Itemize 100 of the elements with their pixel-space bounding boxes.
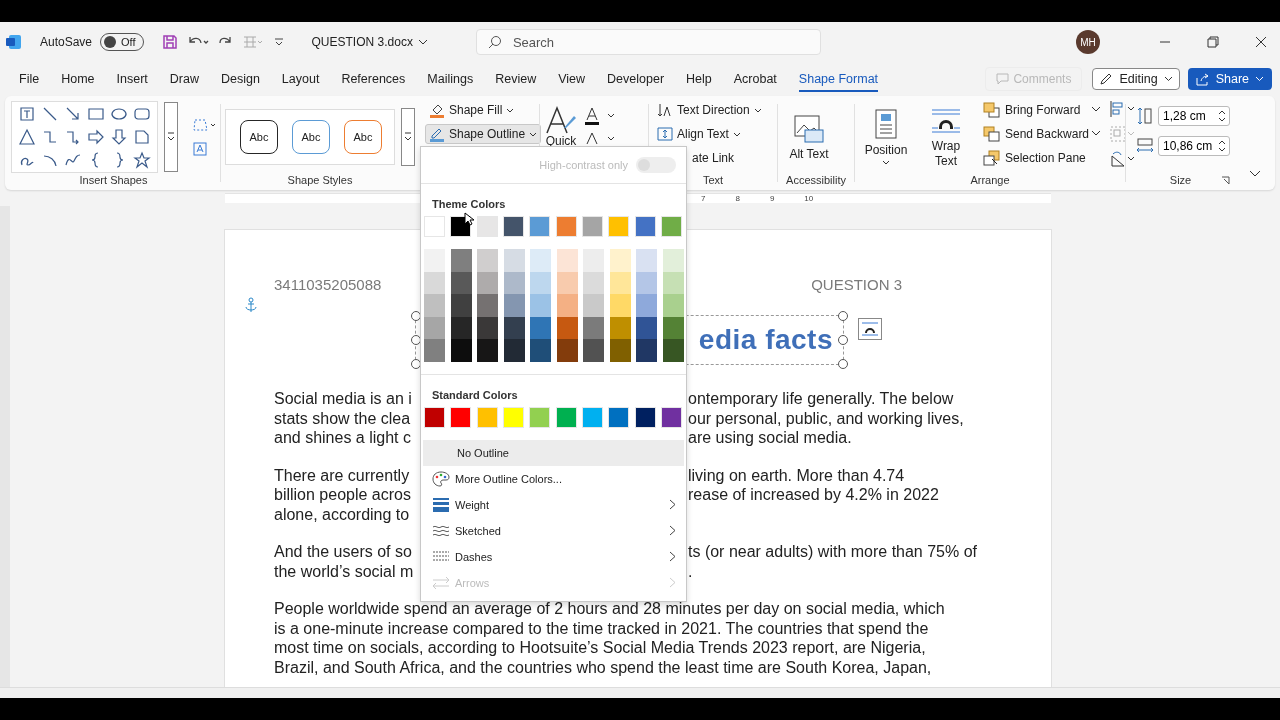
color-swatch[interactable]	[503, 271, 525, 294]
color-swatch[interactable]	[556, 271, 578, 294]
resize-handle[interactable]	[838, 335, 848, 345]
color-swatch[interactable]	[530, 339, 551, 362]
align-text-button[interactable]: Align Text	[653, 124, 745, 144]
triangle-icon[interactable]	[18, 128, 36, 146]
resize-handle[interactable]	[838, 311, 848, 321]
color-swatch[interactable]	[424, 406, 445, 428]
color-swatch[interactable]	[556, 339, 578, 362]
text-direction-button[interactable]: Text Direction	[653, 100, 766, 120]
color-swatch[interactable]	[608, 406, 630, 428]
color-swatch[interactable]	[636, 294, 657, 317]
editing-button[interactable]: Editing	[1092, 68, 1180, 90]
menu-item[interactable]: Weight	[421, 491, 686, 518]
color-swatch[interactable]	[636, 339, 657, 362]
shape-style-preset[interactable]: Abc	[344, 120, 382, 154]
menu-item[interactable]: Dashes	[421, 543, 686, 570]
arrow-icon[interactable]	[64, 105, 82, 123]
ribbon-tab[interactable]: Mailings	[416, 66, 485, 92]
textbox-icon[interactable]	[18, 105, 36, 123]
color-swatch[interactable]	[529, 216, 551, 237]
color-swatch[interactable]	[662, 249, 684, 272]
spinner-icon[interactable]	[1218, 109, 1226, 123]
color-swatch[interactable]	[477, 249, 498, 272]
line-icon[interactable]	[41, 105, 59, 123]
save-icon[interactable]	[161, 34, 178, 50]
collapse-ribbon-icon[interactable]	[1249, 170, 1261, 178]
color-swatch[interactable]	[530, 271, 551, 294]
color-swatch[interactable]	[529, 406, 551, 428]
ribbon-tab[interactable]: View	[547, 66, 597, 92]
color-swatch[interactable]	[503, 216, 524, 237]
width-field[interactable]: 10,86 cm	[1158, 136, 1230, 156]
color-swatch[interactable]	[609, 339, 631, 362]
selection-pane-button[interactable]: Selection Pane	[979, 148, 1090, 168]
color-swatch[interactable]	[450, 271, 472, 294]
color-swatch[interactable]	[503, 316, 525, 339]
color-swatch[interactable]	[530, 294, 551, 317]
color-swatch[interactable]	[634, 406, 656, 428]
wrap-text-button[interactable]: Wrap Text	[919, 103, 973, 171]
ribbon-tab[interactable]: Shape Format	[787, 66, 890, 92]
color-swatch[interactable]	[609, 249, 631, 272]
dialog-launcher-icon[interactable]	[1221, 175, 1231, 185]
quick-styles-icon[interactable]	[544, 106, 578, 134]
color-swatch[interactable]	[450, 249, 472, 272]
close-icon[interactable]	[1254, 35, 1268, 49]
color-swatch[interactable]	[662, 316, 684, 339]
color-swatch[interactable]	[503, 339, 525, 362]
rectangle-icon[interactable]	[87, 105, 105, 123]
ribbon-tab[interactable]: Draw	[158, 66, 210, 92]
color-swatch[interactable]	[450, 339, 472, 362]
spinner-icon[interactable]	[1218, 139, 1226, 153]
color-swatch[interactable]	[636, 271, 657, 294]
shape-outline-button[interactable]: Shape Outline	[425, 124, 542, 144]
color-swatch[interactable]	[636, 316, 657, 339]
ribbon-tab[interactable]: References	[330, 66, 417, 92]
shape-fill-button[interactable]: Shape Fill	[425, 100, 542, 120]
ribbon-tab[interactable]: Acrobat	[722, 66, 788, 92]
ribbon-tab[interactable]: Layout	[270, 66, 331, 92]
ribbon-tab[interactable]: File	[8, 66, 51, 92]
color-swatch[interactable]	[609, 316, 631, 339]
color-swatch[interactable]	[582, 216, 603, 237]
color-swatch[interactable]	[583, 339, 604, 362]
alt-text-button[interactable]: Alt Text	[782, 110, 836, 164]
menu-item[interactable]: No Outline	[423, 439, 684, 466]
color-swatch[interactable]	[424, 249, 445, 272]
ribbon-tab[interactable]: Help	[675, 66, 723, 92]
color-swatch[interactable]	[477, 339, 498, 362]
menu-item[interactable]: More Outline Colors...	[421, 465, 686, 492]
edit-shape-icon[interactable]	[192, 117, 218, 133]
color-swatch[interactable]	[608, 216, 630, 237]
color-swatch[interactable]	[424, 216, 445, 237]
color-swatch[interactable]	[477, 316, 498, 339]
color-swatch[interactable]	[476, 216, 498, 237]
gallery-more-icon[interactable]	[164, 102, 178, 172]
user-avatar[interactable]: MH	[1076, 30, 1100, 54]
color-swatch[interactable]	[661, 406, 682, 428]
position-button[interactable]: Position	[859, 107, 913, 167]
color-swatch[interactable]	[634, 216, 656, 237]
color-swatch[interactable]	[556, 294, 578, 317]
color-swatch[interactable]	[476, 406, 498, 428]
color-swatch[interactable]	[450, 406, 472, 428]
caret-icon[interactable]	[1091, 106, 1102, 112]
color-swatch[interactable]	[609, 271, 631, 294]
color-swatch[interactable]	[609, 294, 631, 317]
color-swatch[interactable]	[503, 294, 525, 317]
shape-style-preset[interactable]: Abc	[240, 120, 278, 154]
color-swatch[interactable]	[424, 316, 445, 339]
ribbon-tab[interactable]: Design	[209, 66, 271, 92]
height-field[interactable]: 1,28 cm	[1158, 106, 1230, 126]
search-field[interactable]: Search	[475, 29, 821, 55]
ribbon-tab[interactable]: Home	[50, 66, 106, 92]
color-swatch[interactable]	[582, 406, 603, 428]
down-arrow-icon[interactable]	[110, 128, 128, 146]
color-swatch[interactable]	[662, 294, 684, 317]
share-button[interactable]: Share	[1187, 68, 1272, 90]
color-swatch[interactable]	[583, 294, 604, 317]
color-swatch[interactable]	[556, 249, 578, 272]
color-swatch[interactable]	[450, 316, 472, 339]
color-swatch[interactable]	[424, 339, 445, 362]
color-swatch[interactable]	[424, 294, 445, 317]
